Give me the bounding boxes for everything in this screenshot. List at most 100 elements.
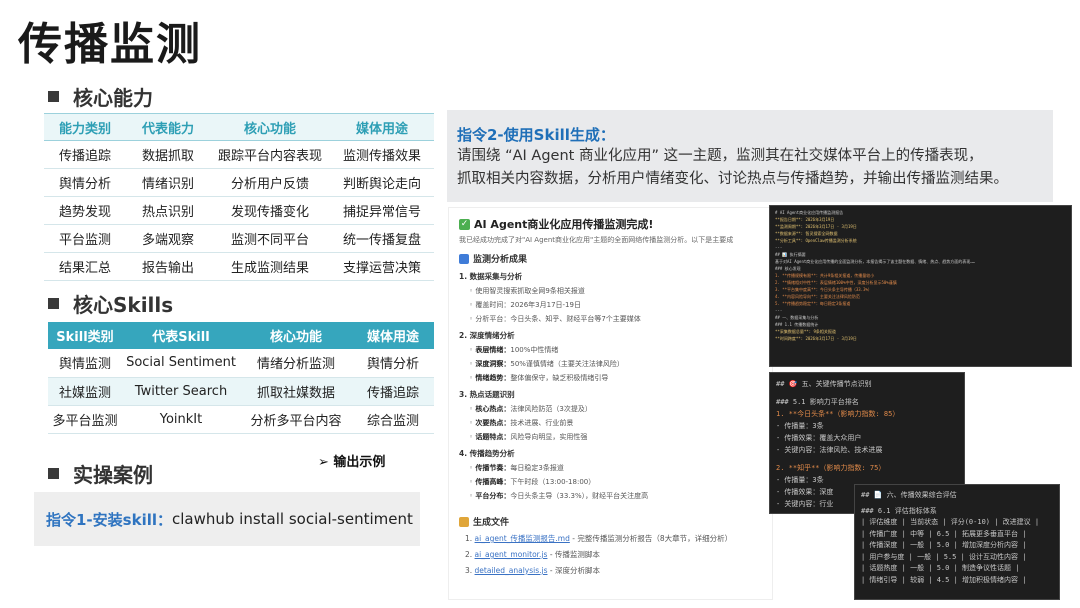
file-index: 2. [465,550,473,559]
cell: 趋势发现 [44,196,126,225]
folder-icon [459,516,469,527]
report-title-text: AI Agent商业化应用传播监测完成! [474,218,654,231]
terminal-line: | 话题热度 | 一般 | 5.0 | 制造争议性话题 | [861,564,1020,572]
terminal-report-summary: # AI Agent商业化应用传播监测报告 **报告日期**: 2026年3月1… [769,205,1072,367]
list-key: 平台分布： [475,492,511,500]
terminal-line: 1. **今日头条**（影响力指数: 85） [776,410,900,418]
list-text: 使用智灵搜索抓取全网9条相关报道 [475,287,585,295]
list-key: 核心热点： [475,405,511,413]
step-heading: 2. 深度情绪分析 [459,331,515,340]
terminal-line: --- [775,308,783,313]
terminal-line: 1. **传播规模有限**：共计9条相关报道，传播量较小 [775,273,875,278]
report-subtitle: 我已经成功完成了对"AI Agent商业化应用"主题的全面网络传播监测分析。以下… [459,236,734,244]
list-text: 每日稳定3条报道 [510,464,564,472]
cell: 发现传播变化 [210,196,330,225]
file-link[interactable]: ai_agent_传播监测报告.md [475,534,570,543]
cell: 分析多平台内容 [240,405,352,434]
cell: 情绪识别 [126,168,210,197]
terminal-line: # AI Agent商业化应用传播监测报告 [775,210,844,215]
section-practice-cases: 实操案例 [48,459,153,488]
cell: 多平台监测 [48,405,122,434]
list-key: 话题特点： [475,433,511,441]
list-key: 传播节奏： [475,464,511,472]
instruction-2-line: 请围绕 “AI Agent 商业化应用” 这一主题，监测其在社交媒体平台上的传播… [457,148,983,164]
col-header: 媒体用途 [352,322,434,349]
file-item: 2. ai_agent_monitor.js - 传播监测脚本 [459,549,762,560]
list-item: ◦ 平台分布：今日头条主导（33.3%），财经平台关注度高 [469,492,649,500]
terminal-line: ### 5.1 影响力平台排名 [776,398,859,406]
terminal-line: --- [775,245,783,250]
section-core-abilities: 核心能力 [48,82,153,111]
file-desc: - 深度分析脚本 [547,566,600,575]
cell: 多端观察 [126,224,210,253]
cell: YoinkIt [122,405,240,434]
list-item: ◦ 情绪趋势：整体偏保守，缺乏积极情绪引导 [469,374,609,382]
terminal-line: ## 📄 六、传播效果综合评估 [861,491,957,499]
terminal-line: | 情绪引导 | 较弱 | 4.5 | 增加积极情绪内容 | [861,575,1027,584]
table-row: 多平台监测 YoinkIt 分析多平台内容 综合监测 [48,405,434,434]
terminal-line: ## 🎯 五、关键传播节点识别 [776,380,872,388]
section-label: 核心Skills [73,293,174,317]
step-heading: 3. 热点话题识别 [459,390,515,399]
step-heading: 1. 数据采集与分析 [459,272,523,281]
col-header: Skill类别 [48,322,122,349]
list-item: ◦ 使用智灵搜索抓取全网9条相关报道 [469,287,585,295]
list-key: 情绪趋势： [475,374,511,382]
terminal-line: - 关键内容：法律风险、技术进展 [776,446,883,454]
list-item: ◦ 话题特点：风险导向明显，实用性强 [469,433,588,441]
list-item: ◦ 传播高峰：下午时段（13:00-18:00） [469,478,596,486]
bullet-square-icon [48,468,59,479]
file-link[interactable]: ai_agent_monitor.js [475,550,548,559]
file-desc: - 传播监测脚本 [547,550,600,559]
bar-chart-icon [459,253,469,264]
page-title: 传播监测 [18,19,202,70]
skills-table: Skill类别 代表Skill 核心功能 媒体用途 舆情监测 Social Sen… [48,322,434,434]
cell: 社媒监测 [48,377,122,406]
terminal-line: ## 📊 执行摘要 [775,252,806,257]
list-item: ◦ 覆盖时间：2026年3月17日-19日 [469,301,581,309]
step-heading: 4. 传播趋势分析 [459,449,515,458]
terminal-evaluation: ## 📄 六、传播效果综合评估 ### 6.1 评估指标体系 | 评估维度 | … [854,484,1060,600]
cell: 综合监测 [352,405,434,434]
terminal-line: | 用户参与度 | 一般 | 5.5 | 设计互动性内容 | [861,552,1027,561]
terminal-line: - 传播量：3条 [776,422,824,430]
list-text: 分析平台：今日头条、知乎、财经平台等7个主要媒体 [475,315,641,323]
cell: 情绪分析监测 [240,349,352,378]
file-index: 3. [465,566,473,575]
cell: 舆情监测 [48,349,122,378]
file-desc: - 完整传播监测分析报告（8大章节，详细分析） [569,534,733,543]
list-text: 覆盖时间：2026年3月17日-19日 [475,301,581,309]
bullet-square-icon [48,298,59,309]
list-key: 次要热点： [475,419,511,427]
output-example-label: ➢ 输出示例 [318,455,386,470]
col-header: 核心功能 [240,322,352,349]
instruction-2-heading: 指令2-使用Skill生成： [457,126,615,144]
summary-heading: 监测分析成果 [459,252,762,265]
list-item: ◦ 表层情绪：100%中性情绪 [469,346,559,354]
cell: 捕捉异常信号 [330,196,434,225]
terminal-line: | 评估维度 | 当前状态 | 评分(0-10) | 改进建议 | [861,518,1040,526]
terminal-line: 基于对AI Agent商业化应用传播的全面监测分析，本报告揭示了该主题在数据、情… [775,259,976,264]
file-link[interactable]: detailed_analysis.js [475,566,548,575]
list-text: 技术进展、行业前景 [510,419,574,427]
section-core-skills: 核心Skills [48,289,173,318]
col-header: 代表能力 [126,113,210,141]
list-key: 表层情绪： [475,346,511,354]
abilities-table: 能力类别 代表能力 核心功能 媒体用途 传播追踪 数据抓取 跟踪平台内容表现 监测传播… [44,113,434,281]
terminal-line: **监测周期**: 2026年3月17日 - 3月19日 [775,224,857,229]
list-text: 下午时段（13:00-18:00） [510,478,596,486]
cell: Twitter Search [122,377,240,406]
terminal-line: ### 6.1 评估指标体系 [861,506,937,515]
instruction-2-box: 指令2-使用Skill生成： 请围绕 “AI Agent 商业化应用” 这一主题… [447,110,1053,202]
cell: 分析用户反馈 [210,168,330,197]
case-1-box: 指令1-安装skill： clawhub install social-sent… [34,492,420,546]
table-row: 舆情分析 情绪识别 分析用户反馈 判断舆论走向 [44,168,434,197]
col-header: 核心功能 [210,113,330,141]
table-row: 社媒监测 Twitter Search 抓取社媒数据 传播追踪 [48,377,434,406]
terminal-line: ### 1.1 传播数据统计 [775,322,819,327]
table-row: 舆情监测 Social Sentiment 情绪分析监测 舆情分析 [48,349,434,378]
summary-heading-text: 监测分析成果 [473,255,528,265]
table-row: 传播追踪 数据抓取 跟踪平台内容表现 监测传播效果 [44,140,434,169]
terminal-line: **采集数据总量**: 9条相关报道 [775,329,836,334]
cell: 判断舆论走向 [330,168,434,197]
